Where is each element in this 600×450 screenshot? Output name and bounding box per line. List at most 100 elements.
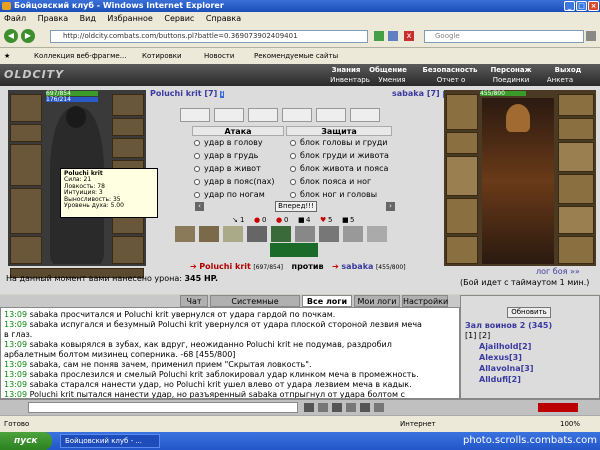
player-armor-slot[interactable] (10, 188, 42, 234)
action-slot-1[interactable] (180, 108, 210, 122)
menu-file[interactable]: Файл (4, 14, 26, 23)
attack-radio[interactable] (194, 166, 200, 172)
stop-icon[interactable]: x (404, 31, 414, 41)
player-belt-slot[interactable] (10, 236, 42, 264)
defense-radio[interactable] (290, 192, 296, 198)
skill-2-icon[interactable] (199, 226, 219, 242)
filter-icon[interactable] (360, 403, 370, 412)
defense-option-3[interactable]: блок живота и пояса (290, 164, 388, 173)
action-slot-5[interactable] (316, 108, 346, 122)
tab-settings[interactable]: Настройки (402, 295, 448, 307)
action-slot-4[interactable] (282, 108, 312, 122)
attack-radio[interactable] (194, 179, 200, 185)
attack-option-stomach[interactable]: удар в живот (194, 164, 261, 173)
go-icon[interactable] (374, 31, 384, 41)
tab-system-messages[interactable]: Системные сообщения (210, 295, 300, 318)
attack-radio[interactable] (194, 140, 200, 146)
defense-radio[interactable] (290, 166, 296, 172)
search-input[interactable]: Google (424, 30, 584, 43)
attack-radio[interactable] (194, 153, 200, 159)
defense-radio[interactable] (290, 140, 296, 146)
favorite-link-4[interactable]: Рекомендуемые сайты (254, 48, 338, 64)
opponent-gloves-slot[interactable] (558, 174, 594, 204)
opponent-bracer-slot[interactable] (558, 118, 594, 140)
history-icon[interactable] (374, 403, 384, 412)
opponent-belt-slot[interactable] (446, 236, 478, 264)
favorite-link-3[interactable]: Новости (204, 48, 234, 64)
opponent-boots-slot[interactable] (558, 236, 594, 264)
favorite-link-2[interactable]: Котировки (142, 48, 182, 64)
defense-radio[interactable] (290, 153, 296, 159)
skill-4-icon[interactable] (247, 226, 267, 242)
player-amulet-slot[interactable] (10, 124, 42, 142)
player-helmet-slot[interactable] (10, 94, 42, 122)
favorites-star-icon[interactable]: ★ (4, 48, 10, 64)
opponent-shield-slot[interactable] (558, 206, 594, 234)
player-boots-slot[interactable] (112, 236, 144, 264)
defense-option-4[interactable]: блок пояса и ног (290, 177, 371, 186)
player-earrings-slot[interactable] (112, 94, 144, 116)
versus-opponent-name[interactable]: sabaka (341, 262, 373, 271)
zoom-text[interactable]: 100% (560, 416, 580, 433)
nav-security[interactable]: Безопасность (420, 66, 480, 74)
defense-option-2[interactable]: блок груди и живота (290, 151, 389, 160)
defense-option-1[interactable]: блок головы и груди (290, 138, 387, 147)
nav-exit[interactable]: Выход (550, 66, 586, 74)
roster-pages[interactable]: [1] [2] (465, 331, 490, 340)
skill-7-icon[interactable] (319, 226, 339, 242)
start-button[interactable]: пуск (0, 432, 52, 450)
forward-attack-button[interactable]: Вперед!!! (275, 201, 317, 212)
action-slot-2[interactable] (214, 108, 244, 122)
roster-player-3[interactable]: Allavolna[3] (479, 364, 534, 373)
chat-log[interactable]: 13:09 sabaka просчитался и Poluchi krit … (0, 307, 460, 399)
defense-option-5[interactable]: блок ног и головы (290, 190, 377, 199)
player-info-icon[interactable]: i (220, 91, 225, 98)
chat-input[interactable] (28, 402, 298, 413)
skill-9-icon[interactable] (367, 226, 387, 242)
favorite-link-1[interactable]: Коллекция веб-фрагме... (34, 48, 126, 64)
opponent-amulet-slot[interactable] (446, 132, 478, 154)
back-button[interactable]: ◀ (4, 29, 18, 43)
roster-player-1[interactable]: Ajailhold[2] (479, 342, 531, 351)
maximize-button[interactable]: □ (576, 1, 587, 11)
refresh-icon[interactable] (388, 31, 398, 41)
skill-3-icon[interactable] (223, 226, 243, 242)
attack-radio[interactable] (194, 192, 200, 198)
skill-6-icon[interactable] (295, 226, 315, 242)
player-bracer-slot[interactable] (112, 118, 144, 136)
nav-inventory[interactable]: Инвентарь (330, 76, 370, 84)
player-ring-slot[interactable] (112, 138, 144, 158)
menu-view[interactable]: Вид (80, 14, 96, 23)
translit-icon[interactable] (346, 403, 356, 412)
nav-knowledge[interactable]: Знания (328, 66, 364, 74)
tab-all-logs[interactable]: Все логи (302, 295, 352, 307)
minimize-button[interactable]: _ (564, 1, 575, 11)
menu-favorites[interactable]: Избранное (107, 14, 152, 23)
opponent-earrings-slot[interactable] (558, 94, 594, 116)
left-scroll-icon[interactable]: ‹ (195, 202, 204, 211)
url-field[interactable]: http://oldcity.combats.com/buttons.pl?ba… (50, 30, 368, 43)
menu-edit[interactable]: Правка (38, 14, 68, 23)
nav-character[interactable]: Персонаж (488, 66, 534, 74)
skill-active-icon[interactable] (270, 243, 318, 257)
nav-skills[interactable]: Умения (374, 76, 410, 84)
nav-chat[interactable]: Общение (368, 66, 408, 74)
roster-player-2[interactable]: Alexus[3] (479, 353, 522, 362)
roster-player-4[interactable]: Alldufi[2] (479, 375, 521, 384)
skill-8-icon[interactable] (343, 226, 363, 242)
attack-option-chest[interactable]: удар в грудь (194, 151, 258, 160)
close-button[interactable]: × (588, 1, 599, 11)
opponent-helmet-slot[interactable] (446, 94, 478, 130)
versus-player-name[interactable]: Poluchi krit (199, 262, 251, 271)
nav-profile[interactable]: Анкета (540, 76, 580, 84)
send-icon[interactable] (304, 403, 314, 412)
skill-5-icon[interactable] (271, 226, 291, 242)
skill-1-icon[interactable] (175, 226, 195, 242)
defense-radio[interactable] (290, 179, 296, 185)
tab-chat[interactable]: Чат (180, 295, 208, 307)
attack-option-legs[interactable]: удар по ногам (194, 190, 265, 199)
taskbar-window-item[interactable]: Бойцовский клуб - ... (60, 434, 160, 448)
action-slot-3[interactable] (248, 108, 278, 122)
refresh-roster-button[interactable]: Обновить (507, 307, 551, 318)
menu-help[interactable]: Справка (206, 14, 241, 23)
